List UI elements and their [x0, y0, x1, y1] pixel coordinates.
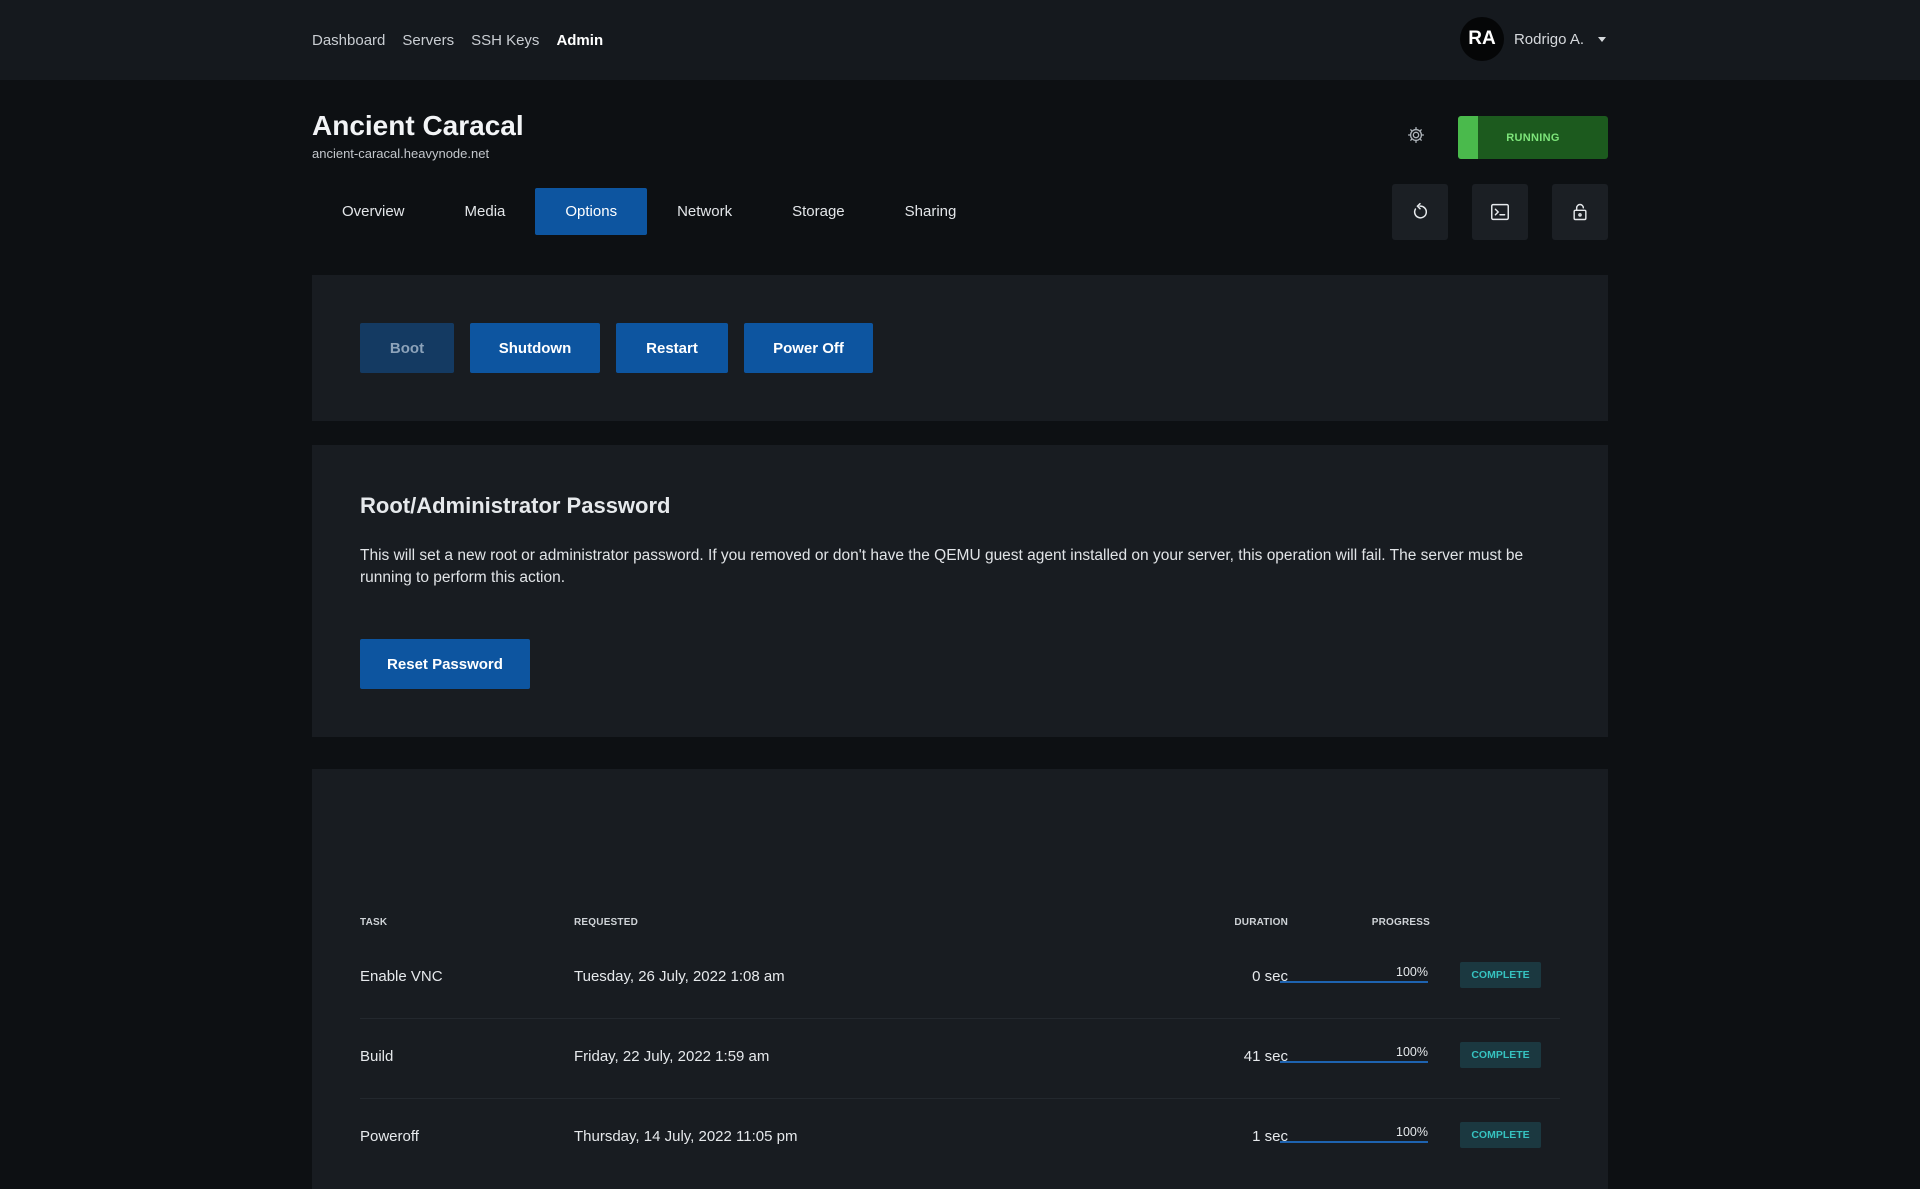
user-name[interactable]: Rodrigo A. [1514, 31, 1584, 48]
tab-media[interactable]: Media [435, 188, 536, 235]
progress-text: 100% [1396, 965, 1428, 979]
restart-icon-button[interactable] [1392, 184, 1448, 240]
table-header-progress: PROGRESS [1371, 917, 1430, 928]
tab-sharing[interactable]: Sharing [875, 188, 987, 235]
tab-overview[interactable]: Overview [312, 188, 435, 235]
task-duration: 1 sec [1252, 1128, 1288, 1145]
console-icon [1491, 203, 1509, 221]
nav-ssh-keys[interactable]: SSH Keys [471, 32, 539, 49]
status-badge: RUNNING [1458, 116, 1608, 159]
section-title: Root/Administrator Password [360, 493, 671, 518]
tasks-card: TASK REQUESTED DURATION PROGRESS Enable … [312, 769, 1608, 1189]
tab-storage[interactable]: Storage [762, 188, 875, 235]
task-name: Enable VNC [360, 968, 443, 985]
progress-fill [1280, 1141, 1428, 1143]
progress-text: 100% [1396, 1125, 1428, 1139]
task-name: Poweroff [360, 1128, 419, 1145]
table-header-task: TASK [360, 917, 388, 928]
table-row: Build Friday, 22 July, 2022 1:59 am 41 s… [360, 1019, 1560, 1099]
progress-bar: 100% [1280, 963, 1428, 983]
status-badge: COMPLETE [1460, 1122, 1541, 1148]
status-badge: COMPLETE [1460, 1042, 1541, 1068]
table-header-duration: DURATION [1234, 917, 1288, 928]
tab-options[interactable]: Options [535, 188, 648, 235]
status-badge: COMPLETE [1460, 962, 1541, 988]
boot-button[interactable]: Boot [360, 323, 454, 373]
progress-fill [1280, 981, 1428, 983]
table-header-requested: REQUESTED [574, 917, 639, 928]
shutdown-button[interactable]: Shutdown [470, 323, 600, 373]
task-name: Build [360, 1048, 394, 1065]
reset-password-button[interactable]: Reset Password [360, 639, 530, 689]
nav-dashboard[interactable]: Dashboard [312, 32, 385, 49]
power-controls-card: Boot Shutdown Restart Power Off [312, 275, 1608, 421]
table-row: Enable VNC Tuesday, 26 July, 2022 1:08 a… [360, 939, 1560, 1019]
lock-icon-button[interactable] [1552, 184, 1608, 240]
top-navbar: Dashboard Servers SSH Keys Admin RA Rodr… [0, 0, 1920, 80]
task-requested: Thursday, 14 July, 2022 11:05 pm [574, 1128, 798, 1145]
user-menu[interactable]: RA Rodrigo A. [1459, 17, 1606, 61]
console-icon-button[interactable] [1472, 184, 1528, 240]
task-requested: Friday, 22 July, 2022 1:59 am [574, 1048, 770, 1065]
lock-icon [1573, 203, 1587, 221]
nav-servers[interactable]: Servers [402, 32, 454, 49]
table-row: Poweroff Thursday, 14 July, 2022 11:05 p… [360, 1099, 1560, 1179]
main-nav: Dashboard Servers SSH Keys Admin [312, 0, 603, 80]
restart-button[interactable]: Restart [616, 323, 728, 373]
progress-bar: 100% [1280, 1043, 1428, 1063]
progress-text: 100% [1396, 1045, 1428, 1059]
avatar[interactable]: RA [1459, 17, 1504, 61]
progress-bar: 100% [1280, 1123, 1428, 1143]
gear-icon[interactable] [1406, 125, 1426, 145]
chevron-down-icon[interactable] [1598, 36, 1606, 42]
tab-network[interactable]: Network [647, 188, 762, 235]
page-title: Ancient Caracal [312, 110, 524, 141]
section-description: This will set a new root or administrato… [360, 547, 1524, 586]
password-card: Root/Administrator Password This will se… [312, 445, 1608, 737]
task-requested: Tuesday, 26 July, 2022 1:08 am [574, 968, 785, 985]
power-off-button[interactable]: Power Off [744, 323, 873, 373]
server-hostname: ancient-caracal.heavynode.net [312, 146, 490, 161]
task-duration: 0 sec [1252, 968, 1288, 985]
restart-icon [1413, 202, 1428, 219]
task-duration: 41 sec [1243, 1048, 1288, 1065]
progress-fill [1280, 1061, 1428, 1063]
server-tabs: Overview Media Options Network Storage S… [312, 188, 986, 235]
nav-admin[interactable]: Admin [556, 32, 603, 49]
